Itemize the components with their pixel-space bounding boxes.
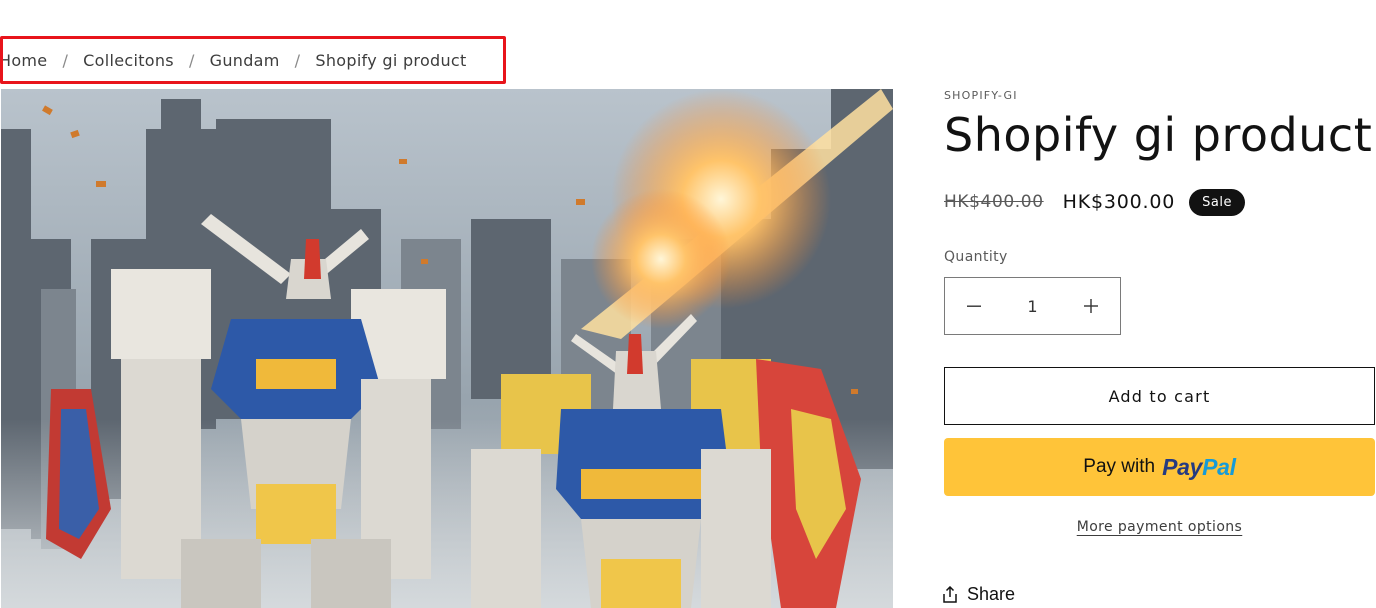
product-title: Shopify gi product — [944, 108, 1373, 162]
paypal-logo: PayPal — [1162, 454, 1236, 481]
price-row: HK$400.00 HK$300.00 Sale — [944, 186, 1245, 218]
product-vendor: SHOPIFY-GI — [944, 89, 1018, 102]
more-payment-options-link[interactable]: More payment options — [1077, 519, 1243, 535]
more-payment-options-container: More payment options — [944, 516, 1375, 535]
quantity-stepper: 1 — [944, 277, 1121, 335]
sale-price: HK$300.00 — [1062, 191, 1176, 213]
share-label: Share — [967, 584, 1016, 604]
breadcrumb-separator: / — [188, 50, 195, 70]
add-to-cart-button[interactable]: Add to cart — [944, 367, 1375, 425]
share-icon — [943, 586, 957, 603]
breadcrumb-collections-link[interactable]: Collecitons — [83, 51, 174, 70]
breadcrumb-separator: / — [62, 50, 69, 70]
sale-badge: Sale — [1189, 188, 1245, 216]
plus-icon — [1084, 299, 1098, 313]
breadcrumb-current-page: Shopify gi product — [315, 50, 467, 70]
breadcrumb-separator: / — [294, 50, 301, 70]
compare-at-price: HK$400.00 — [944, 192, 1044, 212]
product-image-illustration — [1, 89, 893, 608]
quantity-input[interactable]: 1 — [1003, 297, 1062, 316]
paypal-logo-pay: Pay — [1162, 453, 1203, 480]
breadcrumb-gundam-link[interactable]: Gundam — [210, 51, 280, 70]
quantity-label: Quantity — [944, 249, 1008, 265]
quantity-increase-button[interactable] — [1062, 278, 1120, 334]
quantity-decrease-button[interactable] — [945, 278, 1003, 334]
product-image[interactable] — [1, 89, 893, 608]
paypal-prefix-label: Pay with — [1083, 456, 1156, 477]
paypal-button[interactable]: Pay with PayPal — [944, 438, 1375, 496]
breadcrumb-home-link[interactable]: Home — [3, 51, 47, 70]
share-button[interactable]: Share — [942, 584, 1015, 605]
breadcrumb: Home / Collecitons / Gundam / Shopify gi… — [0, 36, 506, 84]
minus-icon — [967, 305, 981, 307]
paypal-logo-pal: Pal — [1202, 453, 1236, 480]
